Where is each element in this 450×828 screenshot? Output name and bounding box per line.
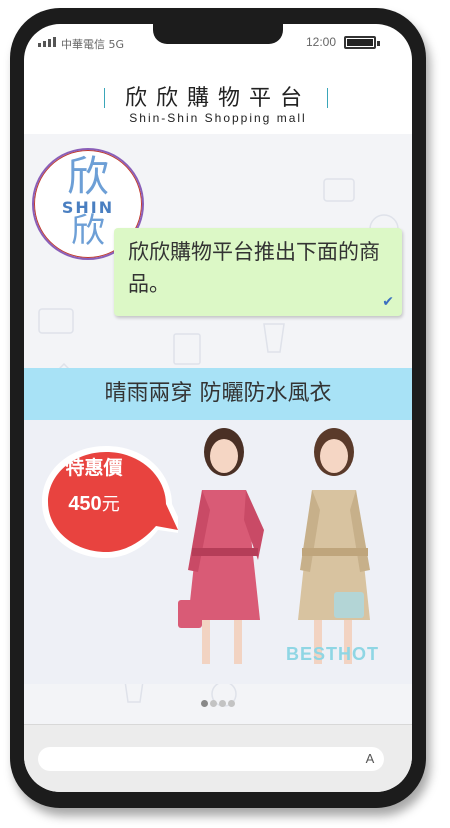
carousel-dot[interactable] (210, 700, 217, 707)
signal-icon (38, 37, 56, 47)
product-image[interactable]: 特惠價 450元 BESTHOT (24, 420, 412, 684)
keyboard-toggle-button[interactable]: A (358, 748, 382, 770)
product-banner: 晴雨兩穿 防曬防水風衣 (24, 368, 412, 420)
message-input[interactable] (38, 747, 384, 771)
carousel-dot[interactable] (228, 700, 235, 707)
price: 450元 (48, 490, 140, 516)
tag-label: 特惠價 (65, 457, 123, 479)
carrier-label: 中華電信 5G (61, 38, 125, 51)
price-currency: 元 (101, 494, 120, 515)
price-value: 450 (68, 493, 102, 515)
avatar-glyph-top: 欣 (66, 152, 109, 201)
check-icon: ✔ (382, 294, 394, 310)
clock: 12:00 (306, 35, 337, 49)
carousel-dot[interactable] (201, 700, 208, 707)
app-header: 欣欣購物平台 Shin-Shin Shopping mall (24, 80, 412, 130)
brand-title: 欣欣購物平台 (124, 86, 311, 111)
carousel-dots[interactable] (24, 692, 412, 711)
composer-bar: A (24, 724, 412, 792)
brand-subtitle: Shin-Shin Shopping mall (129, 111, 307, 125)
chat-area[interactable]: 欣 SHIN 欣 欣欣購物平台推出下面的商品。 ✔ 晴雨兩穿 防曬防水風衣 特惠… (24, 134, 412, 724)
notch (153, 24, 283, 44)
header-divider-right (327, 88, 328, 108)
brand-watermark: BESTHOT (286, 644, 380, 664)
carousel-dot[interactable] (219, 700, 226, 707)
message-text: 欣欣購物平台推出下面的商品。 (128, 240, 380, 296)
phone-screen: 中華電信 5G 12:00 欣欣購物平台 Shin-Shin Shopping … (24, 24, 412, 792)
phone-frame: 中華電信 5G 12:00 欣欣購物平台 Shin-Shin Shopping … (10, 8, 426, 808)
product-title: 晴雨兩穿 防曬防水風衣 (104, 381, 332, 406)
message-bubble[interactable]: 欣欣購物平台推出下面的商品。 ✔ (114, 228, 402, 316)
battery-icon (344, 36, 380, 49)
